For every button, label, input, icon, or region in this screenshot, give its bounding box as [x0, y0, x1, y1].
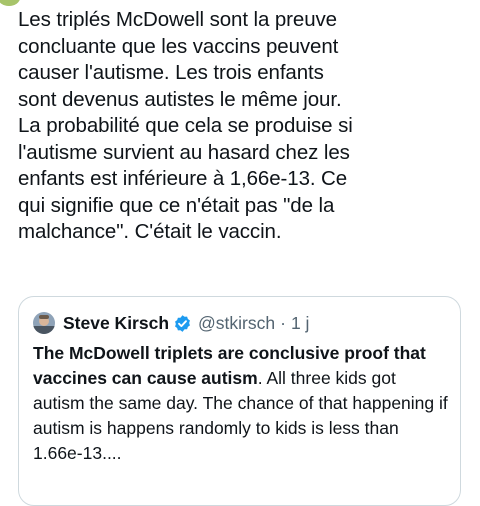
quoted-author-avatar[interactable]: [33, 312, 55, 334]
quoted-tweet-time[interactable]: 1 j: [291, 313, 309, 334]
verified-badge-icon: [175, 314, 190, 332]
author-avatar[interactable]: [0, 0, 20, 6]
header-separator: ·: [280, 312, 286, 333]
quoted-tweet-text: The McDowell triplets are conclusive pro…: [33, 341, 451, 466]
quoted-author-handle[interactable]: @stkirsch: [198, 313, 275, 334]
tweet-text: Les triplés McDowell sont la preuve conc…: [18, 8, 353, 243]
avatar-image: [33, 312, 55, 334]
quoted-tweet-header: Steve Kirsch @stkirsch · 1 j: [33, 310, 309, 336]
quoted-author-name[interactable]: Steve Kirsch: [63, 313, 169, 334]
quoted-tweet-card[interactable]: Steve Kirsch @stkirsch · 1 j The McDowel…: [18, 296, 461, 506]
